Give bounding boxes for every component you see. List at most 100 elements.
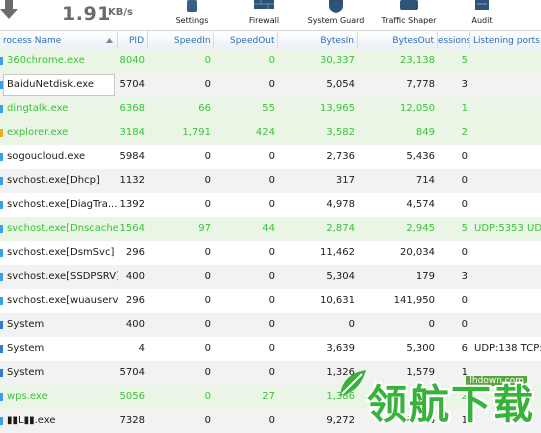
speed-out-cell: 0 [268,151,275,162]
column-speed-out[interactable]: SpeedOut [214,31,278,51]
column-bytes-out[interactable]: BytesOut [358,31,438,51]
total-speed-unit: KB/s [108,7,133,18]
process-name-cell: wps.exe [7,391,48,402]
speed-in-cell: 0 [204,247,211,258]
speed-in-cell: 0 [204,367,211,378]
speed-out-cell: 0 [268,55,275,66]
settings-label: Settings [175,16,209,25]
system-guard-button[interactable]: System Guard [306,0,366,30]
pid-cell: 400 [125,319,145,330]
bytes-in-cell: 4,978 [326,199,355,210]
settings-icon [187,0,197,12]
pid-cell: 5984 [119,151,145,162]
system-guard-label: System Guard [307,16,365,25]
system-guard-icon [329,0,343,13]
column-bytes-in[interactable]: BytesIn [278,31,358,51]
pid-cell: 296 [125,247,145,258]
traffic-shaper-label: Traffic Shaper [381,16,437,25]
bytes-in-cell: 5,054 [326,79,355,90]
sessions-cell: 0 [461,151,468,162]
process-name-cell: svchost.exe[Dnscache] [7,223,118,234]
pid-cell: 296 [125,295,145,306]
bytes-in-cell: 11,462 [320,247,355,258]
leaf-logo-icon [340,370,366,396]
table-row[interactable]: svchost.exe[wuauserv] 296 0 0 10,631 141,950 0 [0,289,541,313]
process-name-cell: System [7,367,45,378]
process-name-cell: ▮▮L▮▮.exe [7,415,56,426]
download-arrow-icon[interactable] [0,0,18,22]
speed-in-cell: 97 [198,223,211,234]
listening-ports-cell [470,313,541,337]
column-pid[interactable]: PID [118,31,148,51]
speed-out-cell: 0 [268,79,275,90]
bytes-out-cell: 2,945 [406,223,435,234]
traffic-shaper-button[interactable]: Traffic Shaper [379,0,439,30]
bytes-out-cell: 20,034 [400,247,435,258]
bytes-in-cell: 9,272 [326,415,355,426]
bytes-in-cell: 5,304 [326,271,355,282]
pid-cell: 1132 [119,175,145,186]
audit-icon [475,0,489,10]
pid-cell: 400 [125,271,145,282]
listening-ports-cell [470,121,541,145]
pid-cell: 4 [138,343,145,354]
column-sessions[interactable]: essions [438,31,470,51]
speed-out-cell: 424 [255,127,275,138]
speed-in-cell: 1,791 [182,127,211,138]
sessions-cell: 0 [461,199,468,210]
table-row[interactable]: System 4 0 0 3,639 5,300 6 UDP:138 TCP:1 [0,337,541,361]
speed-in-cell: 0 [204,199,211,210]
table-row[interactable]: svchost.exe[DiagTra... 1392 0 0 4,978 4,574 0 [0,193,541,217]
process-name-cell: explorer.exe [7,127,69,138]
speed-in-cell: 0 [204,55,211,66]
process-name-cell: sogoucloud.exe [7,151,86,162]
toolbar: 1.91 KB/s Settings Firewall System Guard… [0,0,541,30]
speed-out-cell: 0 [268,343,275,354]
speed-out-cell: 0 [268,199,275,210]
table-row[interactable]: svchost.exe[Dhcp] 1132 0 0 317 714 0 [0,169,541,193]
speed-in-cell: 0 [204,391,211,402]
table-row[interactable]: System 400 0 0 0 0 0 [0,313,541,337]
table-row[interactable]: explorer.exe 3184 1,791 424 3,582 849 2 [0,121,541,145]
bytes-out-cell: 849 [415,127,435,138]
total-speed-value: 1.91 [62,3,111,25]
bytes-out-cell: 5,300 [406,343,435,354]
column-process-name[interactable]: rocess Name [0,31,118,51]
sessions-cell: 3 [461,79,468,90]
table-row[interactable]: svchost.exe[DsmSvc] 296 0 0 11,462 20,034 0 [0,241,541,265]
settings-button[interactable]: Settings [170,0,214,30]
table-row[interactable]: svchost.exe[SSDPSRV] 400 0 0 5,304 179 3 [0,265,541,289]
sessions-cell: 5 [461,55,468,66]
bytes-in-cell: 2,874 [326,223,355,234]
column-speed-in[interactable]: SpeedIn [148,31,214,51]
table-row[interactable]: sogoucloud.exe 5984 0 0 2,736 5,436 0 [0,145,541,169]
speed-out-cell: 0 [268,367,275,378]
firewall-button[interactable]: Firewall [244,0,284,30]
firewall-icon [254,0,274,9]
firewall-label: Firewall [248,16,280,25]
table-row[interactable]: BaiduNetdisk.exe 5704 0 0 5,054 7,778 3 [0,73,541,97]
process-name-cell: dingtalk.exe [7,103,69,114]
speed-in-cell: 0 [204,151,211,162]
sessions-cell: 3 [461,271,468,282]
audit-label: Audit [471,16,493,25]
table-row[interactable]: dingtalk.exe 6368 66 55 13,965 12,050 1 [0,97,541,121]
speed-out-cell: 0 [268,415,275,426]
column-listening-ports[interactable]: Listening ports [470,31,541,51]
audit-button[interactable]: Audit [460,0,504,30]
listening-ports-cell: UDP:138 TCP:1 [474,343,541,354]
bytes-out-cell: 7,778 [406,79,435,90]
bytes-in-cell: 3,639 [326,343,355,354]
bytes-out-cell: 12,050 [400,103,435,114]
process-name-cell: svchost.exe[SSDPSRV] [7,271,118,282]
speed-in-cell: 0 [204,343,211,354]
pid-cell: 8040 [119,55,145,66]
pid-cell: 1392 [119,199,145,210]
process-name-cell: svchost.exe[DsmSvc] [7,247,115,258]
table-row[interactable]: svchost.exe[Dnscache] 1564 97 44 2,874 2,945 5… [0,217,541,241]
pid-cell: 3184 [119,127,145,138]
process-name-cell: System [7,319,45,330]
sessions-cell: 0 [461,175,468,186]
speed-out-cell: 0 [268,175,275,186]
table-row[interactable]: 360chrome.exe 8040 0 0 30,337 23,138 5 [0,49,541,73]
